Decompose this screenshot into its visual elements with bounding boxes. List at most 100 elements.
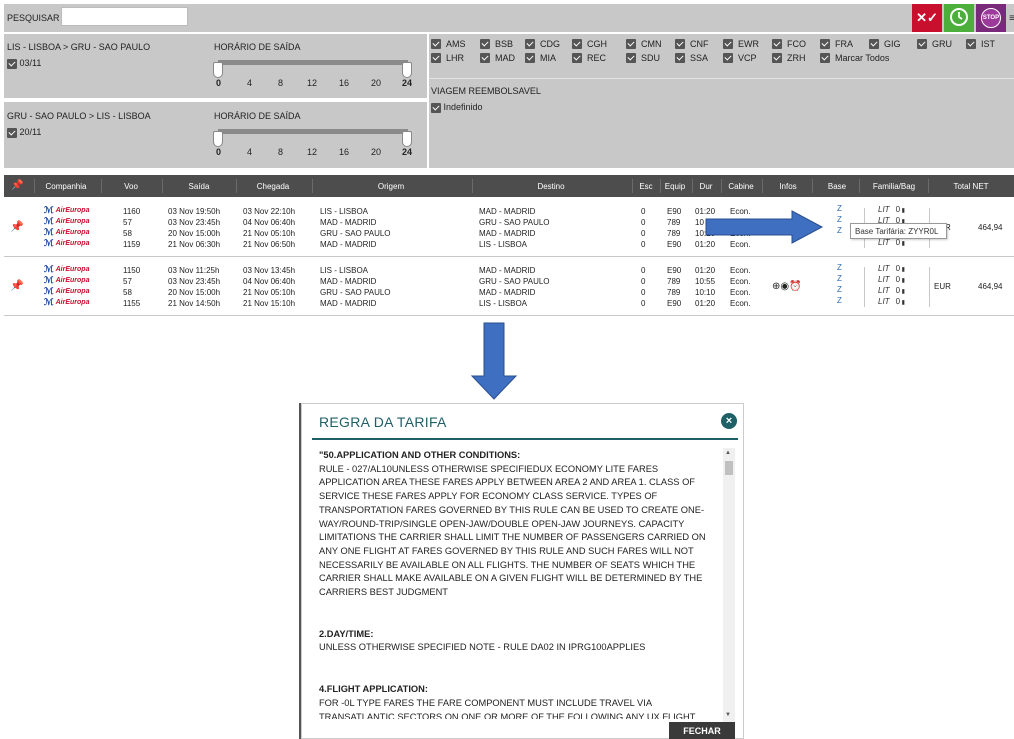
airport-filter-lhr[interactable]: LHR [431,53,464,63]
info-icons[interactable]: ⊕◉⏰ [772,281,802,292]
airport-filter-fra[interactable]: FRA [820,39,853,49]
rule-section: 4.FLIGHT APPLICATION: FOR -0L TYPE FARES… [319,683,717,719]
inbound-filter-panel: GRU - SAO PAULO > LIS - LISBOA 20/11 HOR… [4,102,427,168]
inbound-slider-max-handle[interactable] [402,131,412,147]
scroll-down-icon[interactable]: ▼ [725,712,731,718]
airport-filter-cmn[interactable]: CMN [626,39,662,49]
result-row[interactable]: 📌 ℳ AirEuropa 1150 03 Nov 11:25h 03 Nov 13:45… [4,258,1014,316]
airport-filter-mia[interactable]: MIA [525,53,556,63]
col-header[interactable]: Voo [106,182,156,191]
refund-option[interactable]: Indefinido [431,102,483,113]
segment-orig: MAD - MADRID [320,277,377,286]
modal-scrollbar[interactable]: ▲ ▼ [723,448,735,722]
fare-basis-link[interactable]: Z [837,226,842,235]
col-header[interactable]: Cabine [724,182,758,191]
col-header[interactable]: Base [816,182,858,191]
more-menu-icon[interactable]: ≡ [1007,4,1014,32]
clock-button[interactable] [944,4,974,32]
checkbox-icon [525,53,535,63]
checkbox-icon [572,39,582,49]
airport-filter-cdg[interactable]: CDG [525,39,560,49]
col-header[interactable]: Dur [694,182,718,191]
segment-cabin: Econ. [730,277,751,286]
airport-code: FCO [787,39,806,49]
airport-filter-marcar-todos[interactable]: Marcar Todos [820,53,889,63]
outbound-date-option[interactable]: 03/11 [7,58,41,69]
col-header[interactable]: Equip [661,182,689,191]
col-header[interactable]: Companhia [38,182,94,191]
segment-cabin: Econ. [730,299,751,308]
segment-dest: GRU - SAO PAULO [479,218,550,227]
fare-basis-link[interactable]: Z [837,285,842,294]
segment-dur: 10 [695,218,704,227]
airport-filter-gru[interactable]: GRU [917,39,952,49]
outbound-slider-max-handle[interactable] [402,62,412,78]
inbound-time-slider[interactable] [218,129,408,134]
airport-filter-ams[interactable]: AMS [431,39,466,49]
outbound-time-slider[interactable] [218,60,408,65]
airport-code: CMN [641,39,662,49]
results-table-header: 📌 Companhia Voo Saída Chegada Origem Des… [4,175,1014,197]
outbound-slider-min-handle[interactable] [213,62,223,78]
fare-basis-link[interactable]: Z [837,274,842,283]
airline-swirl-icon: ℳ [44,297,54,307]
col-header[interactable]: Origem [316,182,466,191]
inbound-slider-min-handle[interactable] [213,131,223,147]
col-header[interactable]: Chegada [240,182,306,191]
airport-filter-fco[interactable]: FCO [772,39,806,49]
fare-family: LIT [878,297,890,306]
col-header[interactable]: Esc [634,182,658,191]
checkbox-icon [572,53,582,63]
airport-filter-rec[interactable]: REC [572,53,606,63]
pin-icon[interactable]: 📌 [10,220,24,233]
airport-code: SDU [641,53,661,63]
airport-filter-zrh[interactable]: ZRH [772,53,806,63]
airport-filter-ssa[interactable]: SSA [675,53,708,63]
family-bag: LIT0 ▮ [878,238,905,247]
checkbox-icon [675,39,685,49]
airport-filter-cgh[interactable]: CGH [572,39,607,49]
tick-label: 0 [216,147,222,157]
col-header[interactable]: Familia/Bag [862,182,926,191]
rule-section: "50.APPLICATION AND OTHER CONDITIONS: RU… [319,449,717,600]
stop-button[interactable]: STOP [976,4,1006,32]
airport-filter-ewr[interactable]: EWR [723,39,759,49]
airport-filter-mad[interactable]: MAD [480,53,515,63]
checkbox-icon [431,53,441,63]
fare-basis-link[interactable]: Z [837,204,842,213]
col-header[interactable]: Saída [166,182,232,191]
segment-esc: 0 [641,218,646,227]
fare-basis-link[interactable]: Z [837,215,842,224]
col-header[interactable]: Destino [476,182,626,191]
segment-flight: 57 [123,218,132,227]
scroll-up-icon[interactable]: ▲ [725,450,731,456]
close-icon[interactable]: × [721,413,737,429]
modal-title: REGRA DA TARIFA [319,414,447,430]
close-button[interactable]: FECHAR [669,722,735,739]
segment-equip: E90 [667,266,682,275]
airline-logo: ℳ AirEuropa [44,205,89,216]
close-check-icon: ✕✓ [916,10,938,25]
airport-filter-gig[interactable]: GIG [869,39,901,49]
stop-icon: STOP [981,8,1001,28]
tick-label: 24 [402,78,413,88]
airport-filter-ist[interactable]: IST [966,39,995,49]
col-header[interactable]: Total NET [934,182,1008,191]
pin-icon[interactable]: 📌 [10,279,24,292]
fare-basis-link[interactable]: Z [837,263,842,272]
airport-filter-cnf[interactable]: CNF [675,39,709,49]
divider [721,179,722,193]
airport-filter-sdu[interactable]: SDU [626,53,660,63]
search-input[interactable] [61,7,188,26]
airport-filter-vcp[interactable]: VCP [723,53,757,63]
fare-basis-link[interactable]: Z [837,296,842,305]
airport-code: GRU [932,39,952,49]
clear-filters-button[interactable]: ✕✓ [912,4,942,32]
suitcase-icon: ▮ [900,241,905,247]
col-header[interactable]: Infos [766,182,810,191]
fare-family: LIT [878,238,890,247]
segment-flight: 1159 [123,240,141,249]
inbound-date-option[interactable]: 20/11 [7,127,41,138]
airport-filter-bsb[interactable]: BSB [480,39,513,49]
scrollbar-thumb[interactable] [725,461,733,475]
